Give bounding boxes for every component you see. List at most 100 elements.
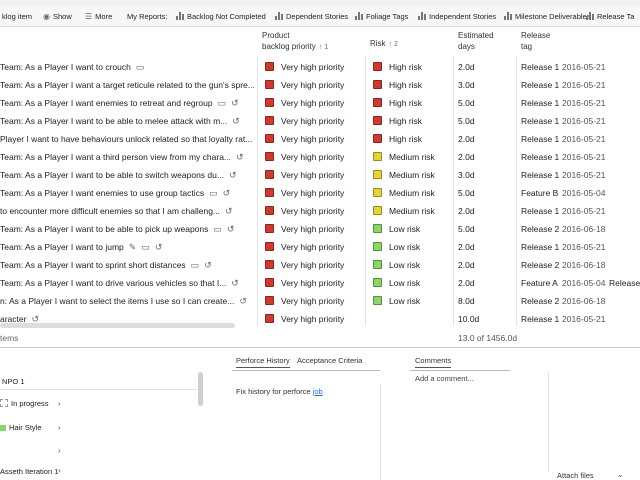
extra-cell[interactable] [609,310,640,328]
risk-cell[interactable]: Medium risk [370,148,450,166]
priority-cell[interactable]: Very high priority [262,256,362,274]
tree-item-hair-style[interactable]: Hair Style [0,423,42,432]
extra-cell[interactable] [609,184,640,202]
table-row[interactable]: n: As a Player I want to select the item… [0,292,640,310]
report-backlog-not-completed[interactable]: Backlog Not Completed [176,12,266,22]
extra-cell[interactable] [609,220,640,238]
estimate-cell[interactable]: 2.0d [458,274,513,292]
comment-icon[interactable]: ▭ [141,238,150,256]
risk-cell[interactable]: Medium risk [370,202,450,220]
estimate-cell[interactable]: 2.0d [458,148,513,166]
risk-cell[interactable]: Low risk [370,274,450,292]
row-title[interactable]: Team: As a Player I want enemies to retr… [0,94,255,112]
extra-cell[interactable] [609,166,640,184]
release-date-cell[interactable]: 2016-05-04 [562,274,608,292]
estimate-cell[interactable]: 10.0d [458,310,513,328]
chevron-right-icon[interactable]: › [58,423,61,432]
job-link[interactable]: job [313,387,323,396]
extra-cell[interactable] [609,130,640,148]
risk-cell[interactable]: High risk [370,76,450,94]
extra-cell[interactable] [609,58,640,76]
release-tag-cell[interactable]: Release 2 [521,220,561,238]
table-row[interactable]: Team: As a Player I want to be able to m… [0,112,640,130]
extra-cell[interactable] [609,148,640,166]
release-tag-cell[interactable]: Release 1 [521,148,561,166]
release-tag-cell[interactable]: Release 1 [521,238,561,256]
report-dependent-stories[interactable]: Dependent Stories [275,12,348,22]
release-tag-cell[interactable]: Release 1 [521,58,561,76]
tab-acceptance-criteria[interactable]: Acceptance Criteria [297,356,362,367]
row-title[interactable]: to encounter more difficult enemies so t… [0,202,255,220]
release-tag-cell[interactable]: Feature B [521,184,561,202]
priority-cell[interactable]: Very high priority [262,112,362,130]
estimate-cell[interactable]: 2.0d [458,202,513,220]
estimate-cell[interactable]: 2.0d [458,256,513,274]
panel-divider[interactable] [0,347,640,348]
refresh-icon[interactable]: ↺ [204,256,212,274]
release-date-cell[interactable]: 2016-05-21 [562,76,608,94]
priority-cell[interactable]: Very high priority [262,58,362,76]
release-date-cell[interactable]: 2016-06-18 [562,220,608,238]
row-title[interactable]: Team: As a Player I want to crouch ▭ [0,58,255,76]
release-date-cell[interactable]: 2016-05-21 [562,148,608,166]
refresh-icon[interactable]: ↺ [227,220,235,238]
release-date-cell[interactable]: 2016-05-21 [562,238,608,256]
estimate-cell[interactable]: 5.0d [458,94,513,112]
release-date-cell[interactable]: 2016-05-21 [562,58,608,76]
chevron-right-icon[interactable]: › [58,446,61,455]
release-date-cell[interactable]: 2016-05-21 [562,130,608,148]
estimate-cell[interactable]: 3.0d [458,76,513,94]
row-title[interactable]: Team: As a Player I want to jump ✎ ▭ ↺ [0,238,255,256]
row-title[interactable]: Team: As a Player I want to drive variou… [0,274,255,292]
report-milestone-deliverables[interactable]: Milestone Deliverables [504,12,590,22]
backlog-item-button[interactable]: klog item [2,12,32,22]
report-foliage-tags[interactable]: Foliage Tags [355,12,408,22]
table-row[interactable]: Team: As a Player I want enemies to use … [0,184,640,202]
tab-perforce-history[interactable]: Perforce History [236,356,290,368]
row-title[interactable]: Team: As a Player I want enemies to use … [0,184,255,202]
extra-cell[interactable] [609,94,640,112]
extra-cell[interactable] [609,202,640,220]
row-title[interactable]: Team: As a Player I want to be able to m… [0,112,255,130]
release-tag-cell[interactable]: Release 1 [521,76,561,94]
column-header-release-tag[interactable]: Release tag [521,30,550,52]
more-button[interactable]: ☰ More [85,12,112,22]
chevron-right-icon[interactable]: › [58,466,61,475]
estimate-cell[interactable]: 5.0d [458,220,513,238]
tree-item-in-progress[interactable]: In progress [0,399,49,408]
row-title[interactable]: Team: As a Player I want a third person … [0,148,255,166]
refresh-icon[interactable]: ↺ [229,166,237,184]
refresh-icon[interactable]: ↺ [225,202,233,220]
estimate-cell[interactable]: 5.0d [458,112,513,130]
refresh-icon[interactable]: ↺ [232,112,240,130]
table-row[interactable]: Team: As a Player I want to crouch ▭ Very … [0,58,640,76]
vertical-scrollbar[interactable] [198,372,203,406]
table-row[interactable]: Team: As a Player I want to be able to s… [0,166,640,184]
risk-cell[interactable]: High risk [370,130,450,148]
risk-cell[interactable]: Low risk [370,220,450,238]
chevron-right-icon[interactable]: › [58,399,61,408]
comment-icon[interactable]: ▭ [213,220,222,238]
risk-cell[interactable]: High risk [370,58,450,76]
column-header-risk[interactable]: Risk ↑ 2 [370,38,398,50]
table-row[interactable]: Team: As a Player I want a target reticu… [0,76,640,94]
report-independent-stories[interactable]: Independent Stories [418,12,496,22]
release-date-cell[interactable]: 2016-05-21 [562,202,608,220]
add-comment-input[interactable]: Add a comment... [415,374,474,383]
table-row[interactable]: Team: As a Player I want a third person … [0,148,640,166]
risk-cell[interactable]: Low risk [370,292,450,310]
row-title[interactable]: n: As a Player I want to select the item… [0,292,255,310]
extra-cell[interactable] [609,112,640,130]
row-title[interactable]: Team: As a Player I want a target reticu… [0,76,255,94]
attach-files-button[interactable]: Attach files [557,471,594,480]
row-title[interactable]: Team: As a Player I want to sprint short… [0,256,255,274]
estimate-cell[interactable]: 3.0d [458,166,513,184]
comment-icon[interactable]: ▭ [218,94,227,112]
row-title[interactable]: Team: As a Player I want to be able to s… [0,166,255,184]
release-tag-cell[interactable]: Release 2 [521,292,561,310]
priority-cell[interactable]: Very high priority [262,202,362,220]
extra-cell[interactable]: Release [609,274,640,292]
priority-cell[interactable]: Very high priority [262,238,362,256]
column-header-estimate[interactable]: Estimated days [458,30,494,52]
refresh-icon[interactable]: ↺ [223,184,231,202]
